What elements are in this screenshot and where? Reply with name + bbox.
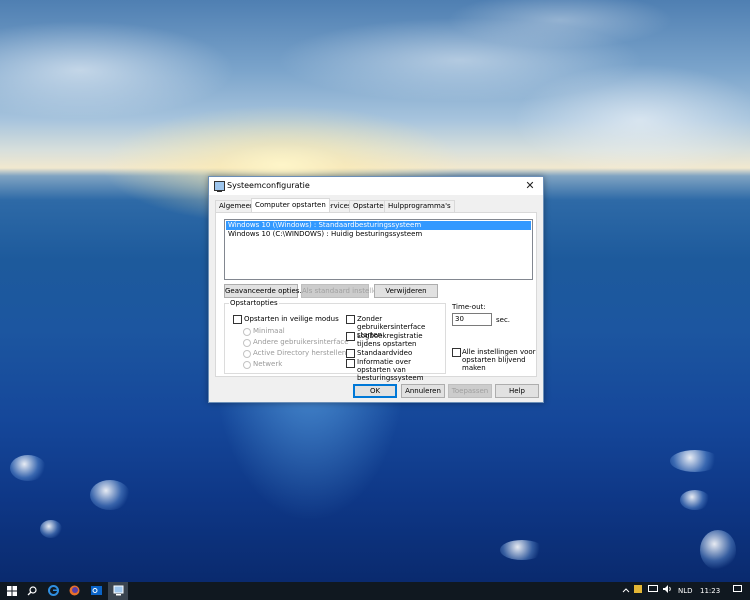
os-boot-info-label[interactable]: Informatie over opstarten van besturings… <box>357 358 443 382</box>
ok-button[interactable]: OK <box>353 384 397 398</box>
wallpaper-bubble <box>500 540 544 560</box>
system-configuration-dialog: Systeemconfiguratie ✕ Algemeen Computer … <box>208 176 544 403</box>
safe-mode-minimal-radio[interactable] <box>243 328 251 336</box>
wallpaper-clouds <box>0 0 750 170</box>
wallpaper-bubble <box>700 530 736 570</box>
make-permanent-label[interactable]: Alle instellingen voor opstarten blijven… <box>462 348 536 372</box>
network-icon[interactable] <box>648 582 658 600</box>
dialog-titlebar[interactable]: Systeemconfiguratie ✕ <box>209 177 543 195</box>
boot-tab-panel: Windows 10 (\Windows) : Standaardbesturi… <box>215 212 537 382</box>
safe-mode-alternate-shell-radio[interactable] <box>243 339 251 347</box>
windows-start-icon[interactable] <box>2 582 22 600</box>
language-indicator[interactable]: NLD <box>678 582 693 600</box>
boot-entry-list[interactable]: Windows 10 (\Windows) : Standaardbesturi… <box>224 219 533 280</box>
notifications-icon[interactable] <box>733 582 742 600</box>
tab-boot[interactable]: Computer opstarten <box>251 198 330 212</box>
safe-mode-ad-repair-label: Active Directory herstellen <box>253 349 347 357</box>
safe-mode-network-label: Netwerk <box>253 360 283 368</box>
timeout-label: Time-out: <box>452 303 486 311</box>
wallpaper-bubble <box>670 450 720 472</box>
delete-button[interactable]: Verwijderen <box>374 284 438 298</box>
boot-options-group: Opstartopties Opstarten in veilige modus… <box>224 299 446 382</box>
tray-chevron-icon[interactable] <box>622 582 630 600</box>
boot-log-checkbox[interactable] <box>346 332 355 341</box>
tab-tools[interactable]: Hulpprogramma's <box>384 200 455 212</box>
dialog-title: Systeemconfiguratie <box>227 181 310 190</box>
volume-icon[interactable] <box>663 582 673 600</box>
boot-options-label: Opstartopties <box>229 299 279 307</box>
boot-entry[interactable]: Windows 10 (C:\WINDOWS) : Huidig besturi… <box>226 230 422 239</box>
close-button[interactable]: ✕ <box>517 177 543 195</box>
outlook-icon[interactable] <box>86 582 106 600</box>
msconfig-icon <box>214 181 225 192</box>
boot-log-label[interactable]: Logboekregistratie tijdens opstarten <box>357 332 441 348</box>
wallpaper-bubble <box>10 455 46 481</box>
safe-mode-network-radio[interactable] <box>243 361 251 369</box>
firefox-icon[interactable] <box>64 582 84 600</box>
timeout-unit-label: sec. <box>496 316 511 324</box>
tray-app-icon[interactable] <box>634 582 642 600</box>
timeout-input[interactable]: 30 <box>452 313 492 326</box>
search-icon[interactable] <box>22 582 42 600</box>
clock[interactable]: 11:23 <box>700 582 720 600</box>
make-permanent-checkbox[interactable] <box>452 348 461 357</box>
edge-icon[interactable] <box>43 582 63 600</box>
wallpaper-bubble <box>680 490 710 510</box>
apply-button[interactable]: Toepassen <box>448 384 492 398</box>
advanced-options-button[interactable]: Geavanceerde opties... <box>224 284 306 298</box>
os-boot-info-checkbox[interactable] <box>346 359 355 368</box>
taskbar: NLD 11:23 <box>0 582 750 600</box>
msconfig-icon[interactable] <box>108 582 128 600</box>
boot-entry[interactable]: Windows 10 (\Windows) : Standaardbesturi… <box>226 221 531 230</box>
no-gui-boot-checkbox[interactable] <box>346 315 355 324</box>
safe-boot-label[interactable]: Opstarten in veilige modus <box>244 315 339 323</box>
safe-mode-alternate-shell-label: Andere gebruikersinterface <box>253 338 349 346</box>
safe-mode-ad-repair-radio[interactable] <box>243 350 251 358</box>
safe-mode-minimal-label: Minimaal <box>253 327 285 335</box>
safe-boot-checkbox[interactable] <box>233 315 242 324</box>
wallpaper-bubble <box>90 480 130 510</box>
base-video-label[interactable]: Standaardvideo <box>357 349 412 357</box>
wallpaper-bubble <box>40 520 62 538</box>
help-button[interactable]: Help <box>495 384 539 398</box>
base-video-checkbox[interactable] <box>346 349 355 358</box>
cancel-button[interactable]: Annuleren <box>401 384 445 398</box>
set-default-button[interactable]: Als standaard instellen <box>301 284 382 298</box>
